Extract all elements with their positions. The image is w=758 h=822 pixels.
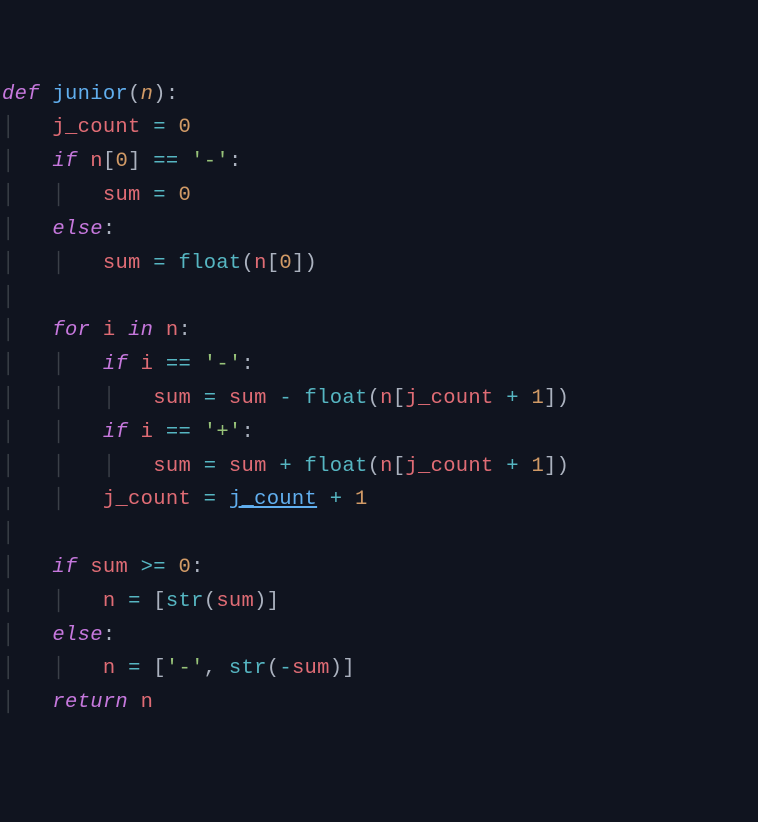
code-line: │ else: — [2, 213, 756, 247]
code-line: │ │ j_count = j_count + 1 — [2, 483, 756, 517]
op-minus: - — [279, 387, 292, 410]
function-name: junior — [52, 83, 128, 106]
string-literal: '+' — [204, 421, 242, 444]
var-i: i — [103, 319, 116, 342]
code-line: │ │ n = [str(sum)] — [2, 585, 756, 619]
param-n: n — [141, 83, 154, 106]
code-editor[interactable]: def junior(n):│ j_count = 0│ if n[0] == … — [2, 78, 756, 720]
op-gte: >= — [141, 556, 166, 579]
keyword-def: def — [2, 83, 40, 106]
code-line: │ │ sum = 0 — [2, 179, 756, 213]
code-line-blank: │ — [2, 517, 756, 551]
code-line: │ │ if i == '-': — [2, 348, 756, 382]
var-j_count: j_count — [52, 116, 140, 139]
symbol-reference[interactable]: j_count — [229, 488, 317, 511]
op-neg: - — [279, 657, 292, 680]
code-line: def junior(n): — [2, 78, 756, 112]
code-line: │ if sum >= 0: — [2, 551, 756, 585]
keyword-else: else — [52, 218, 102, 241]
keyword-for: for — [52, 319, 90, 342]
keyword-in: in — [128, 319, 153, 342]
code-line-blank: │ — [2, 281, 756, 315]
builtin-float: float — [178, 252, 241, 275]
code-line: │ │ │ sum = sum - float(n[j_count + 1]) — [2, 382, 756, 416]
code-line: │ if n[0] == '-': — [2, 145, 756, 179]
code-line: │ │ sum = float(n[0]) — [2, 247, 756, 281]
code-line: │ │ n = ['-', str(-sum)] — [2, 652, 756, 686]
string-literal: '-' — [191, 150, 229, 173]
code-line: │ │ if i == '+': — [2, 416, 756, 450]
code-line: │ for i in n: — [2, 314, 756, 348]
code-line: │ return n — [2, 686, 756, 720]
code-line: │ j_count = 0 — [2, 111, 756, 145]
code-line: │ else: — [2, 619, 756, 653]
op-plus: + — [279, 455, 292, 478]
keyword-return: return — [52, 691, 128, 714]
builtin-str: str — [166, 590, 204, 613]
code-line: │ │ │ sum = sum + float(n[j_count + 1]) — [2, 450, 756, 484]
keyword-if: if — [52, 150, 77, 173]
var-sum: sum — [103, 184, 141, 207]
